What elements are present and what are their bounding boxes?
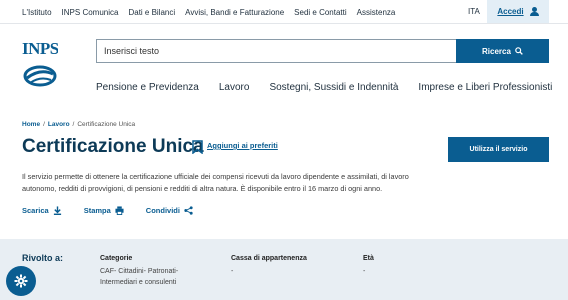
use-service-button[interactable]: Utilizza il servizio <box>448 137 549 162</box>
target-heading: Rivolto a: <box>22 253 64 263</box>
svg-text:INPS: INPS <box>22 39 58 58</box>
nav-sostegni[interactable]: Sostegni, Sussidi e Indennità <box>269 82 398 93</box>
login-label: Accedi <box>497 7 524 16</box>
add-favorite-link[interactable]: Aggiungi ai preferiti <box>207 141 278 150</box>
top-bar: L'Istituto INPS Comunica Dati e Bilanci … <box>0 0 568 24</box>
top-link-assistenza[interactable]: Assistenza <box>357 8 396 17</box>
search-icon <box>515 47 523 55</box>
top-nav: L'Istituto INPS Comunica Dati e Bilanci … <box>22 0 405 24</box>
bookmark-icon[interactable] <box>192 140 203 154</box>
action-bar: Scarica Stampa Condividi <box>22 206 215 215</box>
print-icon <box>115 206 124 215</box>
service-description: Il servizio permette di ottenere la cert… <box>22 172 409 193</box>
top-link-sedi[interactable]: Sedi e Contatti <box>294 8 346 17</box>
print-action[interactable]: Stampa <box>84 206 124 215</box>
share-icon <box>184 206 193 215</box>
target-audience-band <box>0 239 568 300</box>
download-label: Scarica <box>22 206 49 215</box>
top-link-istituto[interactable]: L'Istituto <box>22 8 52 17</box>
top-link-comunica[interactable]: INPS Comunica <box>62 8 119 17</box>
search-input[interactable] <box>96 39 456 63</box>
cassa-label: Cassa di appartenenza <box>231 255 307 262</box>
categorie-label: Categorie <box>100 255 133 262</box>
breadcrumb-current: Certificazione Unica <box>77 121 136 128</box>
search-button[interactable]: Ricerca <box>456 39 549 63</box>
search-button-label: Ricerca <box>482 46 511 56</box>
gear-icon <box>14 274 28 288</box>
inps-logo[interactable]: INPS <box>22 38 58 90</box>
breadcrumb: Home / Lavoro / Certificazione Unica <box>22 121 136 128</box>
top-link-avvisi[interactable]: Avvisi, Bandi e Fatturazione <box>185 8 284 17</box>
nav-lavoro[interactable]: Lavoro <box>219 82 250 93</box>
main-nav: Pensione e Previdenza Lavoro Sostegni, S… <box>96 82 568 93</box>
print-label: Stampa <box>83 206 111 215</box>
breadcrumb-home[interactable]: Home <box>22 121 40 128</box>
page-title: Certificazione Unica <box>22 136 204 157</box>
categorie-line-1: CAF- Cittadini- Patronati- <box>100 268 179 275</box>
nav-imprese[interactable]: Imprese e Liberi Professionisti <box>418 82 552 93</box>
categorie-value: CAF- Cittadini- Patronati- Intermediari … <box>100 266 178 288</box>
share-label: Condividi <box>145 206 180 215</box>
login-button[interactable]: Accedi <box>487 0 549 23</box>
cassa-value: - <box>231 268 234 275</box>
download-action[interactable]: Scarica <box>22 206 62 215</box>
breadcrumb-lavoro[interactable]: Lavoro <box>48 121 70 128</box>
cookie-settings-button[interactable] <box>6 266 36 296</box>
language-selector[interactable]: ITA <box>468 7 480 16</box>
user-icon <box>529 7 539 16</box>
nav-pensione[interactable]: Pensione e Previdenza <box>96 82 199 93</box>
eta-label: Età <box>363 255 374 262</box>
share-action[interactable]: Condividi <box>146 206 193 215</box>
top-link-dati[interactable]: Dati e Bilanci <box>128 8 175 17</box>
categorie-line-2: Intermediari e consulenti <box>100 279 177 286</box>
eta-value: - <box>363 268 366 275</box>
download-icon <box>53 206 61 215</box>
